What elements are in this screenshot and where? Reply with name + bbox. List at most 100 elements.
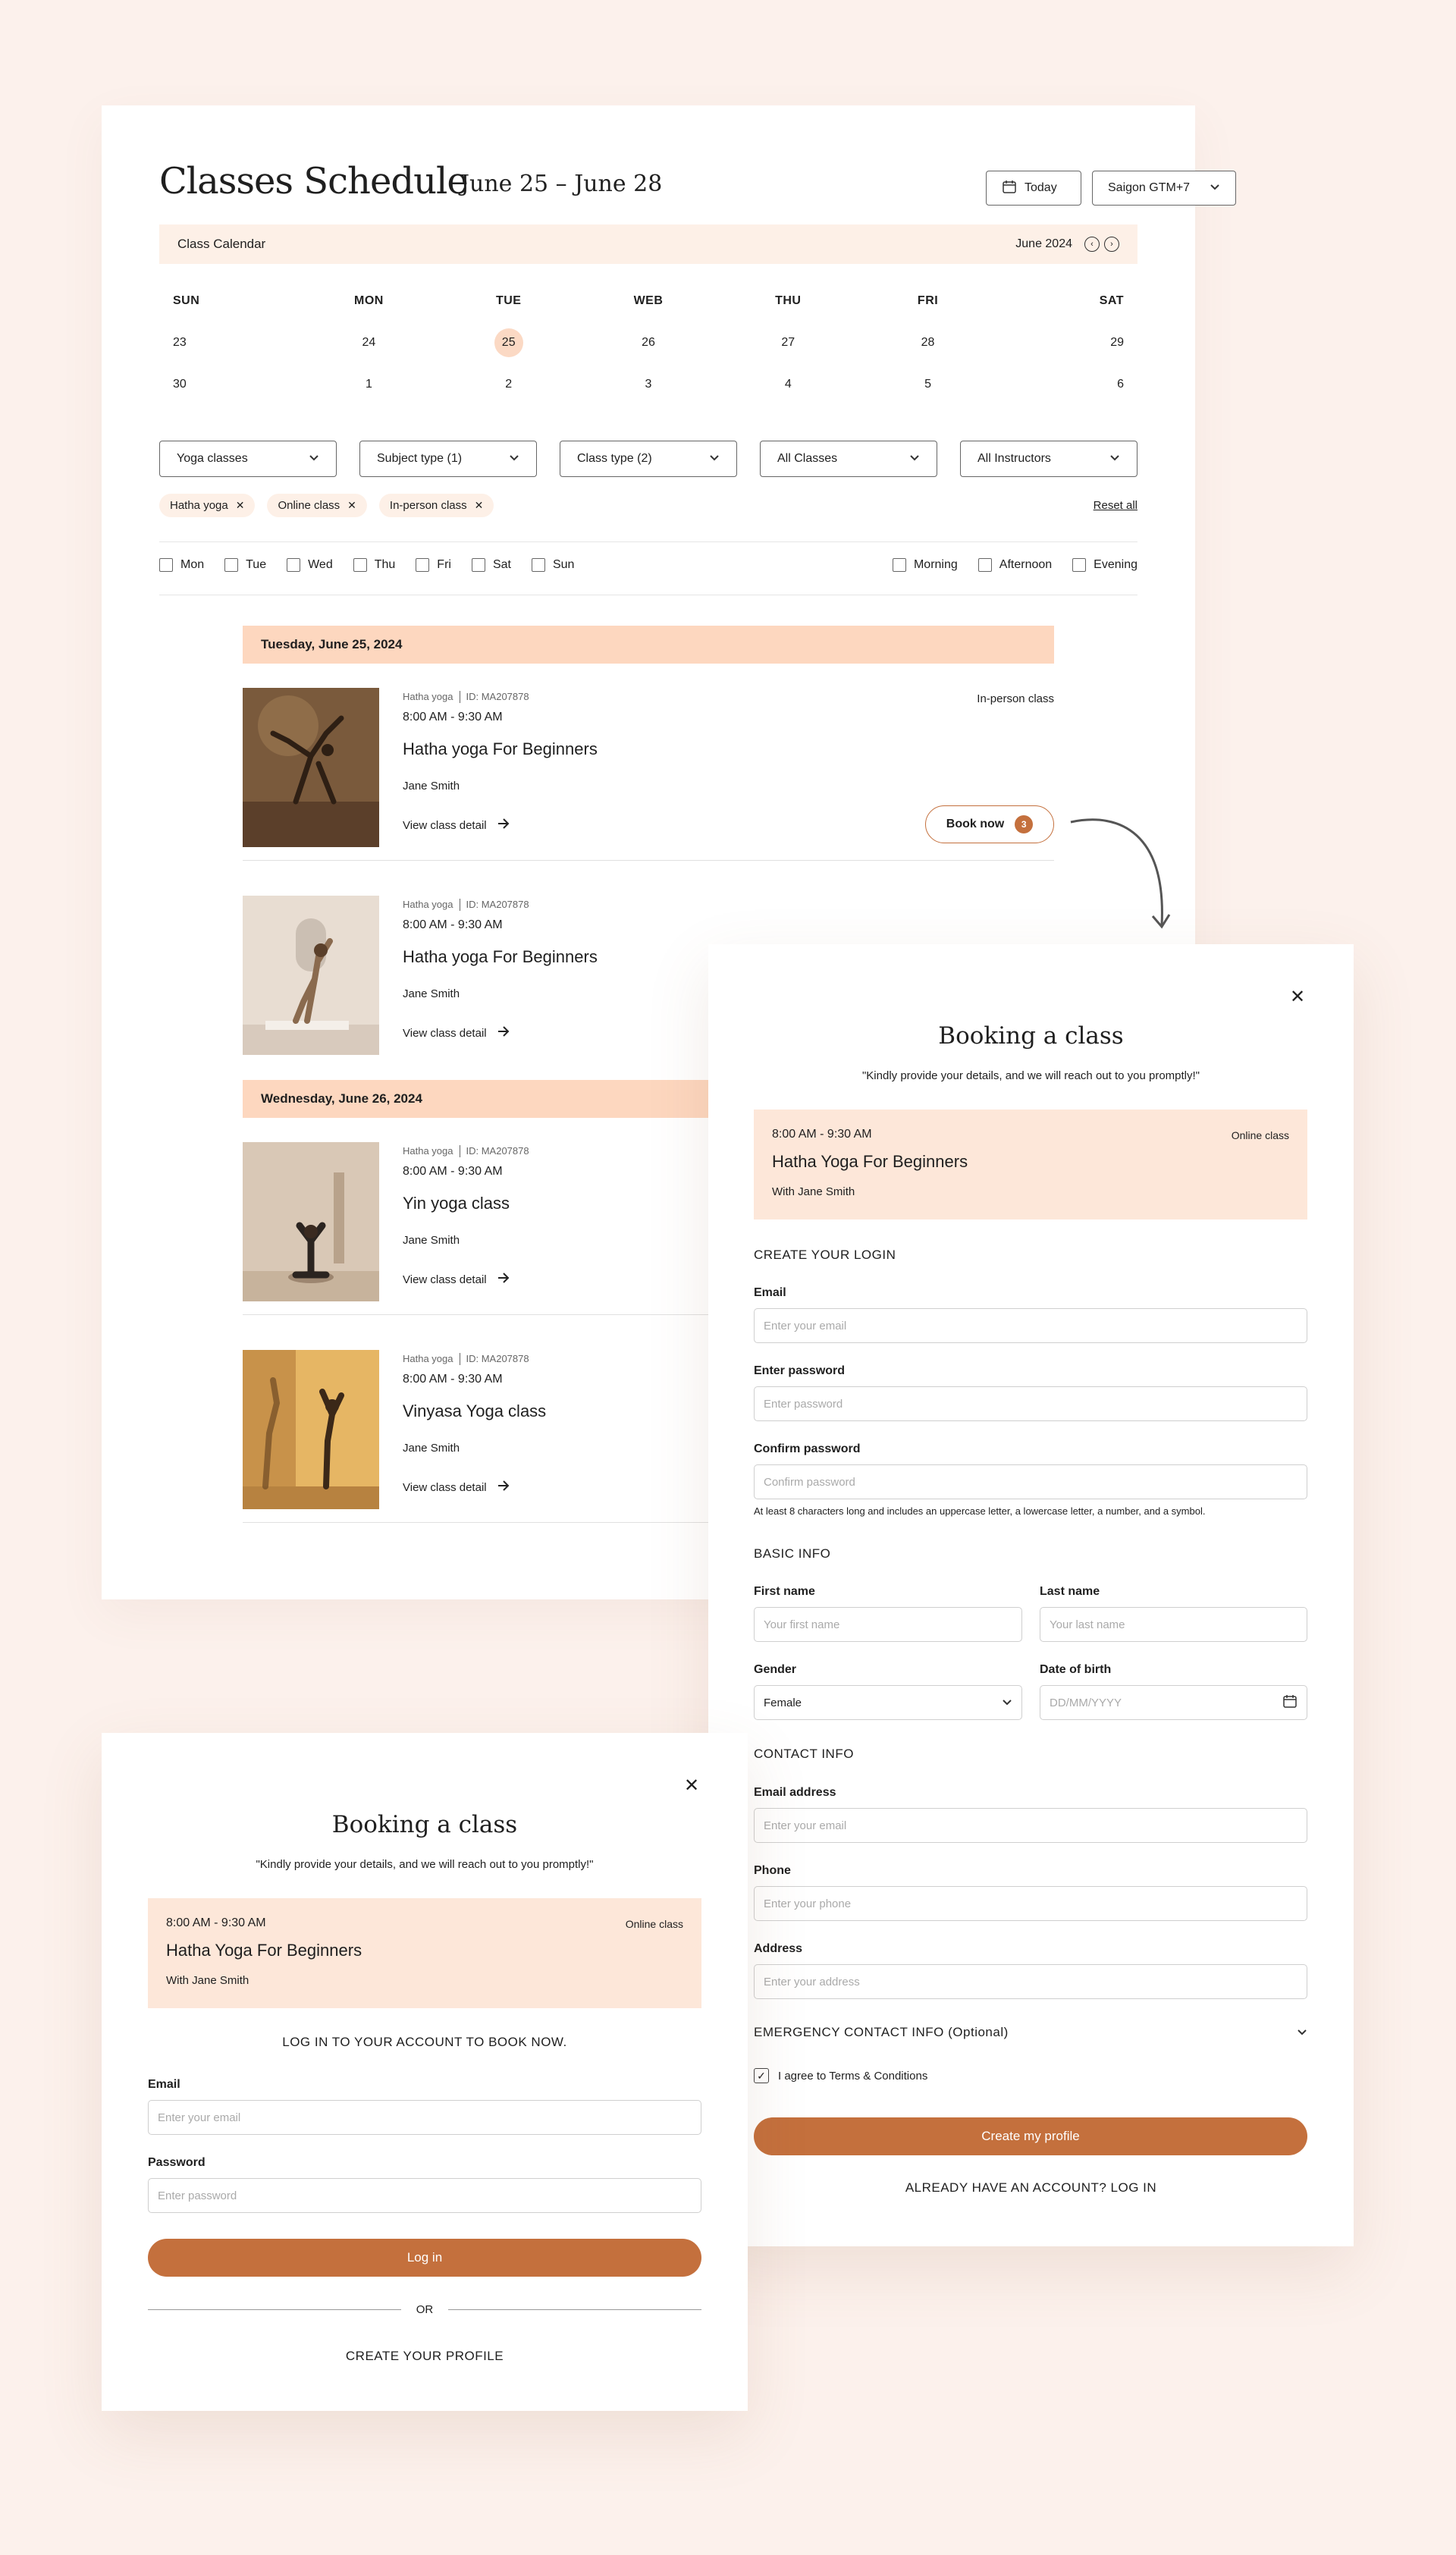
checkbox-label: Wed	[308, 558, 333, 571]
checkbox-thu[interactable]: Thu	[353, 558, 395, 572]
password-field[interactable]: Enter password	[148, 2178, 701, 2213]
checkbox-tue[interactable]: Tue	[224, 558, 266, 572]
filter-all-instructors[interactable]: All Instructors	[960, 441, 1138, 477]
filter-yoga-classes[interactable]: Yoga classes	[159, 441, 337, 477]
class-time: 8:00 AM - 9:30 AM	[403, 1373, 503, 1386]
email-label: Email	[754, 1286, 786, 1299]
filter-label: All Classes	[777, 452, 838, 465]
class-photo[interactable]	[243, 688, 379, 847]
prev-month-icon[interactable]: ‹	[1084, 237, 1100, 252]
calendar-day-selected[interactable]: 25	[439, 328, 579, 357]
email-field[interactable]: Enter your email	[754, 1308, 1307, 1343]
class-photo[interactable]	[243, 1350, 379, 1509]
timezone-dropdown[interactable]: Saigon GTM+7	[1092, 171, 1236, 206]
calendar-day[interactable]: 27	[718, 336, 858, 350]
calendar-day[interactable]: 30	[159, 378, 299, 391]
class-instructor: Jane Smith	[403, 1234, 460, 1247]
calendar-label: Class Calendar	[177, 237, 266, 251]
calendar-day[interactable]: 28	[858, 336, 997, 350]
class-instructor: Jane Smith	[403, 1442, 460, 1455]
contact-email-field[interactable]: Enter your email	[754, 1808, 1307, 1843]
confirm-password-field[interactable]: Confirm password	[754, 1464, 1307, 1499]
calendar-icon[interactable]	[1282, 1693, 1298, 1712]
class-photo[interactable]	[243, 896, 379, 1055]
checkbox-afternoon[interactable]: Afternoon	[977, 558, 1053, 572]
last-name-field[interactable]: Your last name	[1040, 1607, 1307, 1642]
view-class-detail-link[interactable]: View class detail	[403, 1273, 510, 1286]
class-photo[interactable]	[243, 1142, 379, 1301]
month-label: June 2024	[1015, 237, 1072, 250]
filter-chip[interactable]: Online class ✕	[267, 494, 367, 517]
first-name-field[interactable]: Your first name	[754, 1607, 1022, 1642]
class-type: In-person class	[977, 692, 1054, 705]
login-button[interactable]: Log in	[148, 2239, 701, 2277]
create-profile-button[interactable]: Create my profile	[754, 2117, 1307, 2155]
weekday: TUE	[495, 293, 522, 307]
next-month-icon[interactable]: ›	[1104, 237, 1119, 252]
login-link[interactable]: ALREADY HAVE AN ACCOUNT? LOG IN	[708, 2180, 1354, 2196]
dob-field[interactable]: DD/MM/YYYY	[1040, 1685, 1307, 1720]
calendar-day[interactable]: 1	[299, 378, 438, 391]
check-icon: ✓	[754, 2068, 769, 2083]
close-icon[interactable]: ✕	[475, 499, 484, 512]
filter-subject-type[interactable]: Subject type (1)	[359, 441, 537, 477]
checkbox-morning[interactable]: Morning	[892, 558, 958, 572]
calendar-day[interactable]: 4	[718, 378, 858, 391]
view-class-detail-link[interactable]: View class detail	[403, 1480, 510, 1494]
email-field[interactable]: Enter your email	[148, 2100, 701, 2135]
calendar-day[interactable]: 5	[858, 378, 997, 391]
phone-label: Phone	[754, 1864, 791, 1877]
close-icon[interactable]: ✕	[236, 499, 245, 512]
today-button[interactable]: Today	[986, 171, 1081, 206]
checkbox-mon[interactable]: Mon	[159, 558, 204, 572]
filter-chip[interactable]: Hatha yoga ✕	[159, 494, 256, 517]
checkbox-sat[interactable]: Sat	[471, 558, 511, 572]
class-name[interactable]: Vinyasa Yoga class	[403, 1401, 546, 1421]
close-icon[interactable]: ✕	[1290, 988, 1305, 1006]
reset-all-link[interactable]: Reset all	[1094, 499, 1138, 512]
view-class-detail-link[interactable]: View class detail	[403, 1026, 510, 1040]
calendar-day[interactable]: 24	[299, 336, 438, 350]
calendar-day[interactable]: 3	[579, 378, 718, 391]
checkbox-fri[interactable]: Fri	[416, 558, 451, 572]
calendar-day[interactable]: 23	[159, 336, 299, 350]
calendar-day[interactable]: 6	[998, 378, 1138, 391]
filter-class-type[interactable]: Class type (2)	[560, 441, 737, 477]
calendar-day[interactable]: 2	[439, 378, 579, 391]
close-icon[interactable]: ✕	[684, 1777, 699, 1795]
section-basic-info: BASIC INFO	[754, 1546, 831, 1561]
terms-checkbox[interactable]: ✓ I agree to Terms & Conditions	[754, 2068, 927, 2083]
filter-all-classes[interactable]: All Classes	[760, 441, 937, 477]
checkbox-evening[interactable]: Evening	[1072, 558, 1138, 572]
checkbox-label: Tue	[246, 558, 267, 571]
address-field[interactable]: Enter your address	[754, 1964, 1307, 1999]
class-name[interactable]: Hatha yoga For Beginners	[403, 947, 598, 967]
view-class-detail-link[interactable]: View class detail	[403, 818, 510, 832]
checkbox-wed[interactable]: Wed	[287, 558, 333, 572]
password-field[interactable]: Enter password	[754, 1386, 1307, 1421]
gender-select[interactable]: Female	[754, 1685, 1022, 1720]
terms-label: I agree to Terms & Conditions	[778, 2069, 928, 2083]
flow-arrow-icon	[1070, 818, 1171, 929]
modal-subtitle: "Kindly provide your details, and we wil…	[861, 1069, 1200, 1082]
class-meta: Hatha yoga ID: MA207878	[403, 1145, 529, 1157]
class-id: ID: MA207878	[466, 899, 529, 910]
phone-field[interactable]: Enter your phone	[754, 1886, 1307, 1921]
contact-email-label: Email address	[754, 1786, 836, 1799]
chevron-down-icon	[1210, 181, 1220, 195]
create-profile-link[interactable]: CREATE YOUR PROFILE	[102, 2349, 748, 2364]
last-name-label: Last name	[1040, 1585, 1100, 1598]
class-name[interactable]: Yin yoga class	[403, 1194, 510, 1213]
calendar-day[interactable]: 26	[579, 336, 718, 350]
emergency-label: EMERGENCY CONTACT INFO (Optional)	[754, 2025, 1009, 2039]
close-icon[interactable]: ✕	[347, 499, 356, 512]
class-name[interactable]: Hatha yoga For Beginners	[403, 739, 598, 759]
dob-label: Date of birth	[1040, 1663, 1112, 1676]
checkbox-sun[interactable]: Sun	[531, 558, 574, 572]
book-now-button[interactable]: Book now 3	[925, 805, 1054, 843]
checkbox-label: Afternoon	[999, 558, 1053, 571]
emergency-contact-toggle[interactable]: EMERGENCY CONTACT INFO (Optional)	[754, 2025, 1307, 2040]
divider	[243, 860, 1054, 861]
calendar-day[interactable]: 29	[998, 336, 1138, 350]
filter-chip[interactable]: In-person class ✕	[378, 494, 494, 517]
